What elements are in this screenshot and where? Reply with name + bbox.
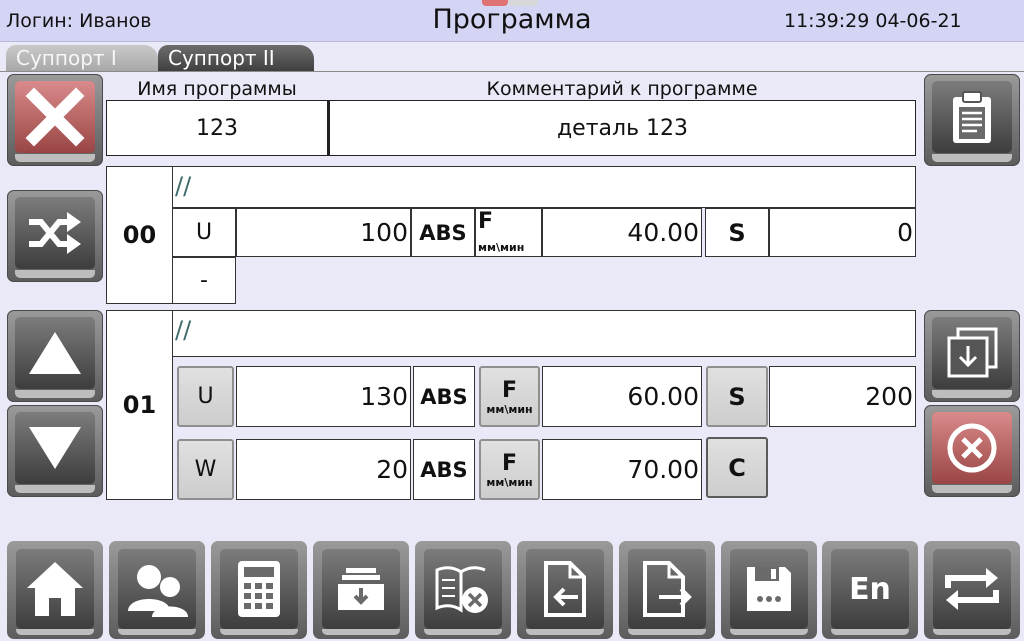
file-export-icon bbox=[643, 561, 692, 617]
row-01-w-feed-value[interactable]: 70.00 bbox=[542, 439, 702, 500]
row-number-00[interactable]: 00 bbox=[106, 166, 173, 304]
save-icon bbox=[747, 567, 791, 611]
language-icon: En bbox=[849, 571, 891, 607]
row-01-u-mode[interactable]: ABS bbox=[413, 366, 475, 427]
row-01-s-value[interactable]: 200 bbox=[769, 366, 916, 427]
row-number-01[interactable]: 01 bbox=[106, 310, 173, 500]
program-name-label: Имя программы bbox=[137, 78, 297, 100]
row-01-c-button[interactable]: C bbox=[706, 437, 768, 498]
row-01-u-value[interactable]: 130 bbox=[236, 366, 411, 427]
archive-icon bbox=[338, 568, 384, 610]
import-button[interactable] bbox=[924, 310, 1020, 402]
move-up-button[interactable] bbox=[7, 310, 103, 402]
row-00-axis-value[interactable]: 100 bbox=[236, 208, 411, 257]
tab-support-1[interactable]: Суппорт I bbox=[6, 45, 158, 72]
arrow-down-icon bbox=[29, 427, 81, 469]
repeat-icon bbox=[945, 568, 999, 610]
row-00-feed-value[interactable]: 40.00 bbox=[542, 208, 702, 257]
file-import-button[interactable] bbox=[517, 541, 613, 639]
row-00-s-value[interactable]: 0 bbox=[769, 208, 916, 257]
row-00-axis[interactable]: U bbox=[172, 208, 236, 257]
row-01-axis-u[interactable]: U bbox=[177, 366, 234, 427]
home-button[interactable] bbox=[7, 541, 103, 639]
row-01-u-feed-value[interactable]: 60.00 bbox=[542, 366, 702, 427]
move-down-button[interactable] bbox=[7, 405, 103, 497]
delete-program-button[interactable] bbox=[415, 541, 511, 639]
row-01-u-feed-button[interactable]: F мм\мин bbox=[479, 366, 540, 427]
row-00-comment[interactable]: // bbox=[172, 166, 916, 208]
users-icon bbox=[128, 565, 188, 617]
language-button[interactable]: En bbox=[822, 541, 918, 639]
program-comment-label: Комментарий к программе bbox=[486, 78, 758, 100]
file-import-icon bbox=[544, 561, 586, 617]
row-00-s-label[interactable]: S bbox=[705, 208, 769, 257]
users-button[interactable] bbox=[109, 541, 205, 639]
clipboard-button[interactable] bbox=[924, 74, 1020, 166]
row-00-mode[interactable]: ABS bbox=[411, 208, 475, 257]
repeat-button[interactable] bbox=[924, 541, 1020, 639]
file-export-button[interactable] bbox=[619, 541, 715, 639]
close-button[interactable] bbox=[7, 74, 103, 166]
import-icon bbox=[947, 327, 998, 378]
clipboard-icon bbox=[953, 91, 991, 143]
calculator-button[interactable] bbox=[211, 541, 307, 639]
cancel-button[interactable] bbox=[924, 405, 1020, 497]
row-00-feed-label[interactable]: F мм\мин bbox=[475, 208, 542, 257]
arrow-up-icon bbox=[29, 332, 81, 374]
home-icon bbox=[27, 562, 83, 616]
tab-divider bbox=[0, 71, 1024, 72]
shuffle-button[interactable] bbox=[7, 190, 103, 282]
row-01-w-value[interactable]: 20 bbox=[236, 439, 411, 500]
calculator-icon bbox=[238, 561, 280, 617]
program-name-field[interactable]: 123 bbox=[106, 100, 328, 156]
delete-book-icon bbox=[435, 566, 488, 613]
archive-button[interactable] bbox=[313, 541, 409, 639]
shuffle-icon bbox=[29, 212, 81, 254]
cancel-circle-icon bbox=[947, 423, 997, 473]
row-01-comment[interactable]: // bbox=[172, 310, 916, 357]
close-icon bbox=[25, 87, 85, 147]
row-00-extra[interactable]: - bbox=[172, 257, 236, 304]
row-01-s-button[interactable]: S bbox=[706, 366, 768, 427]
row-01-w-mode[interactable]: ABS bbox=[413, 439, 475, 500]
program-comment-field[interactable]: деталь 123 bbox=[328, 100, 916, 156]
clock: 11:39:29 04-06-21 bbox=[784, 10, 962, 32]
tab-support-2[interactable]: Суппорт II bbox=[158, 45, 314, 72]
row-01-axis-w[interactable]: W bbox=[177, 439, 234, 500]
row-01-w-feed-button[interactable]: F мм\мин bbox=[479, 439, 540, 500]
save-button[interactable] bbox=[721, 541, 817, 639]
